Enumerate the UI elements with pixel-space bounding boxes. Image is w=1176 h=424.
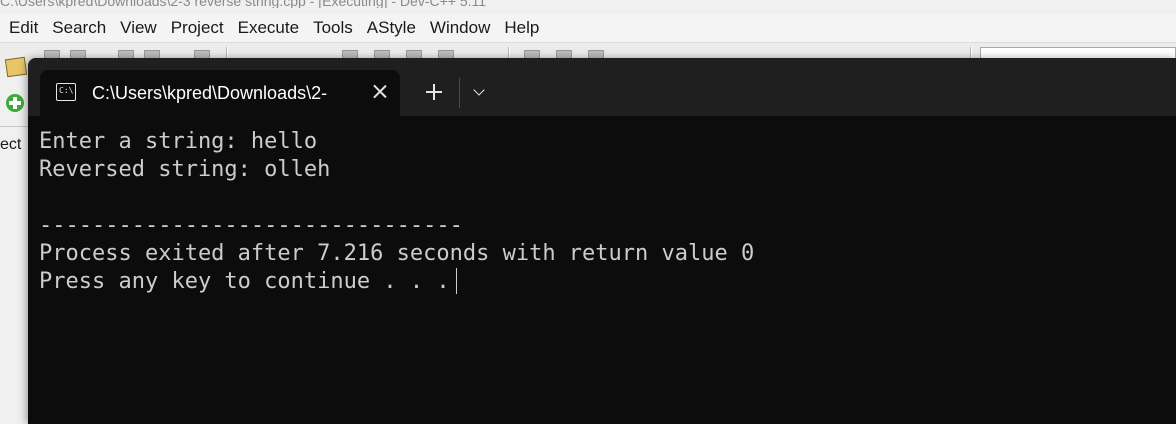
tab-strip: C:\ C:\Users\kpred\Downloads\2- xyxy=(28,58,1176,116)
menu-edit[interactable]: Edit xyxy=(2,14,45,42)
divider xyxy=(0,126,28,127)
console-line: Enter a string: hello xyxy=(39,129,318,154)
add-icon[interactable] xyxy=(6,94,24,112)
open-project-icon[interactable] xyxy=(4,56,28,78)
divider xyxy=(459,78,460,108)
console-line: Reversed string: olleh xyxy=(39,157,331,182)
menu-search[interactable]: Search xyxy=(45,14,113,42)
ide-title: C:\Users\kpred\Downloads\2-3 reverse str… xyxy=(0,0,487,8)
menu-window[interactable]: Window xyxy=(423,14,497,42)
console-icon-text: C:\ xyxy=(59,86,74,95)
terminal-tab[interactable]: C:\ C:\Users\kpred\Downloads\2- xyxy=(40,70,400,116)
text-cursor xyxy=(455,268,457,294)
console-line: -------------------------------- xyxy=(39,213,463,238)
menu-astyle[interactable]: AStyle xyxy=(360,14,423,42)
menu-project[interactable]: Project xyxy=(164,14,231,42)
menu-execute[interactable]: Execute xyxy=(231,14,306,42)
console-output[interactable]: Enter a string: hello Reversed string: o… xyxy=(39,128,1159,418)
console-prompt-line: Press any key to continue . . . xyxy=(39,268,1159,296)
close-icon[interactable] xyxy=(368,80,392,104)
menu-help[interactable]: Help xyxy=(497,14,546,42)
chevron-down-icon[interactable] xyxy=(468,80,492,104)
console-icon: C:\ xyxy=(56,83,76,101)
terminal-window: C:\ C:\Users\kpred\Downloads\2- Enter a … xyxy=(28,58,1176,424)
console-line: Press any key to continue . . . xyxy=(39,269,450,294)
console-line: Process exited after 7.216 seconds with … xyxy=(39,241,755,266)
menu-tools[interactable]: Tools xyxy=(306,14,360,42)
ide-menubar: Edit Search View Project Execute Tools A… xyxy=(0,14,1176,42)
menu-view[interactable]: View xyxy=(113,14,164,42)
tab-title: C:\Users\kpred\Downloads\2- xyxy=(92,83,328,103)
ide-side-panel: ect xyxy=(0,56,28,424)
new-tab-button[interactable] xyxy=(420,78,448,106)
side-tab-label[interactable]: ect xyxy=(0,136,21,154)
